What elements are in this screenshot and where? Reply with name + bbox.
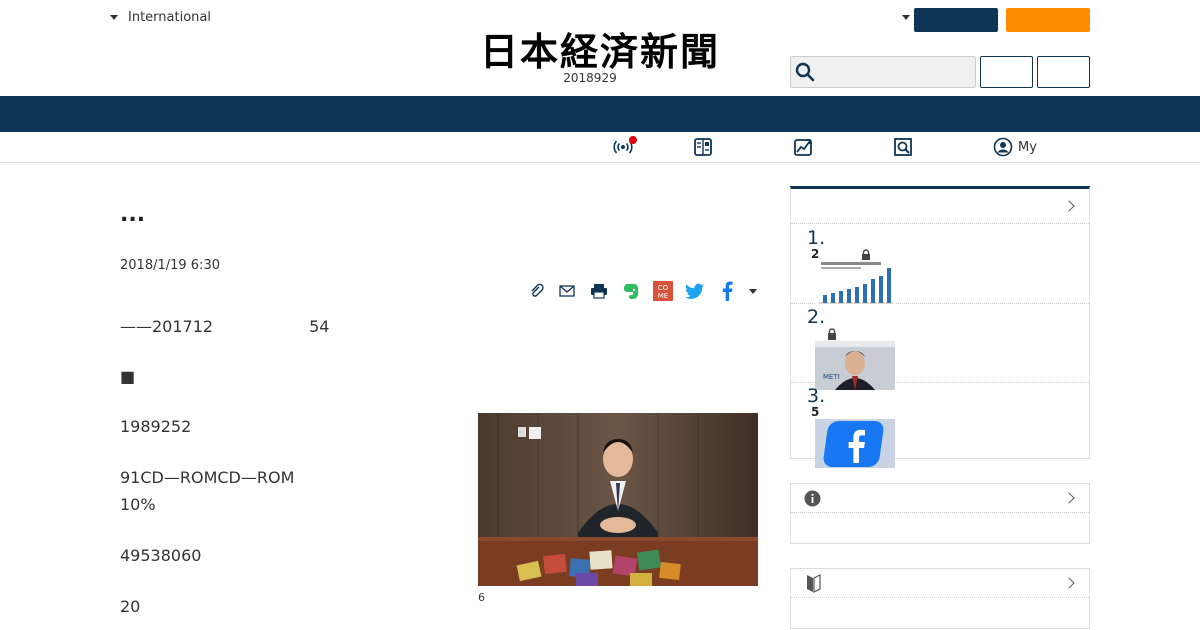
twitter-icon[interactable] bbox=[684, 280, 706, 302]
ranking-item[interactable]: 1. 2 bbox=[791, 225, 1089, 309]
article-paragraph: ——201712 54 bbox=[120, 317, 330, 336]
clip-icon[interactable] bbox=[526, 280, 548, 302]
beginner-panel-header[interactable] bbox=[791, 569, 1089, 598]
svg-text:ME: ME bbox=[658, 292, 668, 300]
ranking-panel: 1. 2 2. METI 3. 5 bbox=[790, 186, 1090, 468]
search-input[interactable] bbox=[790, 56, 976, 88]
rank-number: 3. bbox=[807, 385, 826, 407]
login-button[interactable] bbox=[914, 8, 998, 32]
rank-number: 2. bbox=[807, 306, 826, 328]
chevron-right-icon bbox=[1063, 492, 1075, 504]
print-icon[interactable] bbox=[588, 280, 610, 302]
info-panel bbox=[790, 483, 1090, 544]
article-paragraph: ■ bbox=[120, 367, 136, 386]
site-logo[interactable]: 日本経済新聞 bbox=[450, 26, 750, 74]
ranking-header[interactable] bbox=[791, 189, 1089, 224]
svg-text:METI: METI bbox=[823, 373, 840, 381]
info-icon bbox=[804, 490, 821, 507]
article-paragraph: 10% bbox=[120, 495, 156, 514]
evernote-icon[interactable] bbox=[620, 280, 642, 302]
photo-caption: 6 bbox=[478, 591, 485, 604]
header-outline-button-1[interactable] bbox=[980, 56, 1033, 88]
article-paragraph: 1989252 bbox=[120, 417, 192, 436]
caret-down-icon bbox=[110, 15, 118, 20]
live-indicator-dot bbox=[629, 136, 637, 144]
article-paragraph: 49538060 bbox=[120, 546, 202, 565]
header-outline-button-2[interactable] bbox=[1037, 56, 1090, 88]
edition-label: International bbox=[128, 10, 211, 25]
facebook-icon[interactable] bbox=[716, 280, 738, 302]
article-paragraph: 20 bbox=[120, 597, 141, 616]
info-panel-header[interactable] bbox=[791, 484, 1089, 513]
user-icon[interactable] bbox=[993, 137, 1013, 157]
edition-selector[interactable]: International bbox=[110, 10, 211, 25]
subscribe-button[interactable] bbox=[1006, 8, 1090, 32]
article-paragraph: 91CD—ROMCD—ROM bbox=[120, 468, 295, 487]
paper-icon[interactable] bbox=[693, 137, 713, 157]
chart-icon[interactable] bbox=[793, 137, 813, 157]
ranking-item[interactable]: 3. 5 bbox=[791, 383, 1089, 468]
main-nav-bar bbox=[0, 96, 1200, 132]
caret-down-icon[interactable] bbox=[902, 15, 910, 20]
beginner-panel bbox=[790, 568, 1090, 629]
come-icon[interactable]: CO ME bbox=[652, 280, 674, 302]
svg-text:CO: CO bbox=[658, 284, 669, 292]
article-photo[interactable] bbox=[478, 413, 758, 586]
top-header: International 日本経済新聞 2018929 bbox=[0, 0, 1200, 96]
my-page-label[interactable]: My bbox=[1018, 140, 1037, 155]
search-icon[interactable] bbox=[795, 62, 815, 82]
article-headline: ... bbox=[120, 202, 146, 227]
mail-icon[interactable] bbox=[556, 280, 578, 302]
share-more-caret-icon[interactable] bbox=[742, 280, 764, 302]
logo-text: 日本経済新聞 bbox=[479, 28, 720, 74]
article-date: 2018/1/19 6:30 bbox=[120, 258, 220, 273]
chevron-right-icon bbox=[1063, 200, 1075, 212]
lock-icon bbox=[828, 328, 836, 340]
chevron-right-icon bbox=[1063, 577, 1075, 589]
ranking-thumbnail[interactable] bbox=[815, 260, 895, 309]
ranking-thumbnail[interactable] bbox=[815, 419, 895, 468]
beginner-icon bbox=[807, 574, 821, 593]
ranking-item[interactable]: 2. METI bbox=[791, 304, 1089, 390]
edition-date: 2018929 bbox=[563, 71, 617, 85]
rank-number: 1. bbox=[807, 227, 826, 249]
rank-sub-label: 5 bbox=[811, 405, 820, 419]
rank-sub-label: 2 bbox=[811, 247, 820, 261]
search-book-icon[interactable] bbox=[893, 137, 913, 157]
